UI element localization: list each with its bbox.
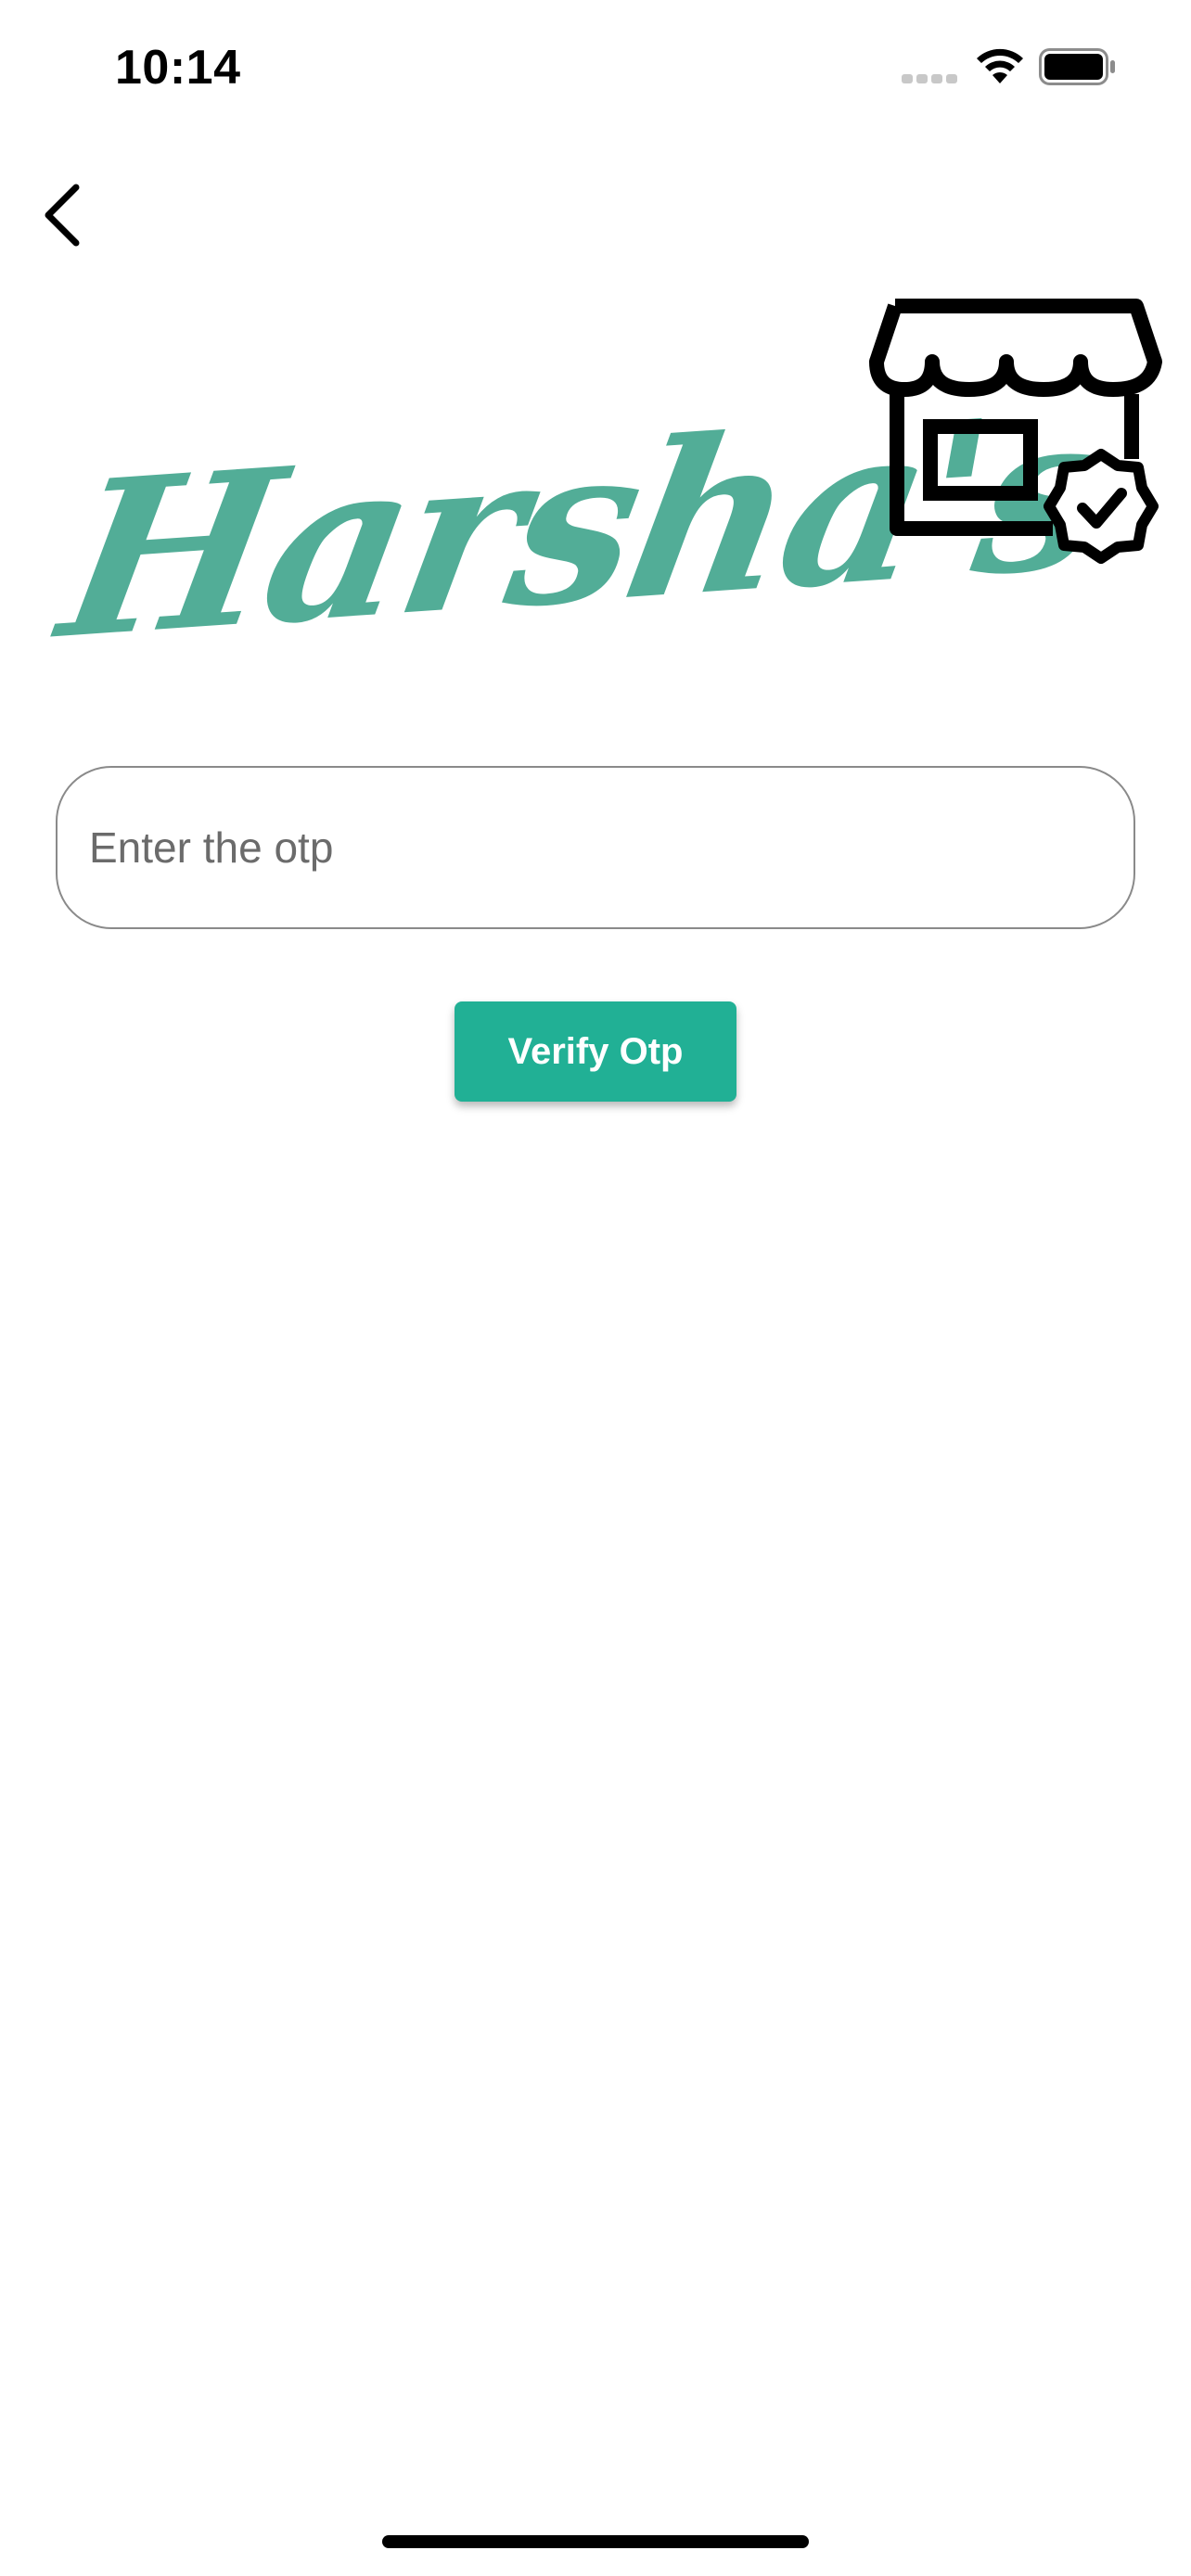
brand-logo: Harsha's [37,297,1169,705]
battery-icon [1039,48,1115,85]
logo-wordmark: Harsha's [45,363,1123,687]
otp-input[interactable] [56,766,1135,929]
back-button[interactable] [28,167,121,260]
wifi-icon [977,48,1023,83]
chevron-left-icon [45,184,80,247]
cellular-signal-icon [902,74,957,83]
verify-otp-button[interactable]: Verify Otp [455,1001,736,1102]
store-verified-icon [869,299,1162,564]
status-bar: 10:14 [0,0,1191,139]
home-indicator [382,2535,809,2548]
status-time: 10:14 [115,41,241,95]
